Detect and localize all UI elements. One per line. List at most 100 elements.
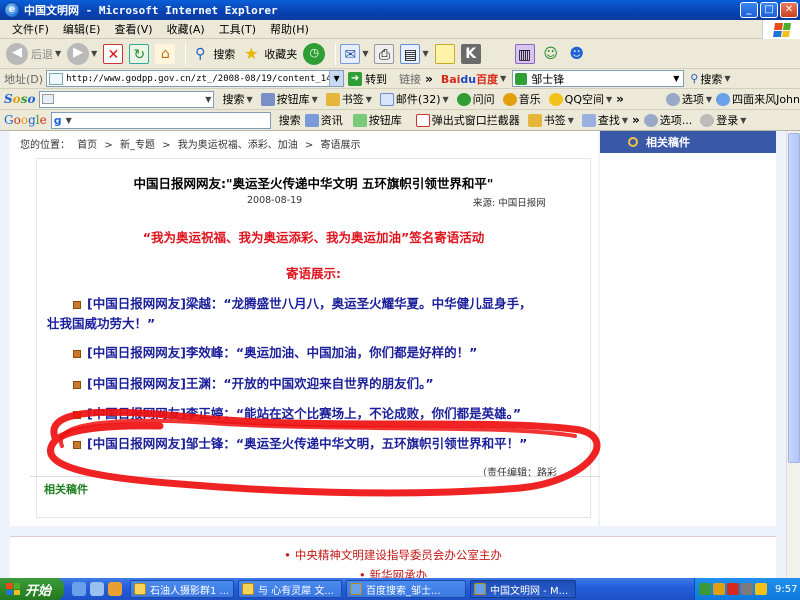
article-subtitle: “我为奥运祝福、我为奥运添彩、我为奥运加油”签名寄语活动 bbox=[142, 230, 485, 245]
search-button[interactable]: ⚲ 搜索 bbox=[190, 44, 235, 64]
quicklaunch-desktop-icon[interactable] bbox=[90, 582, 104, 596]
signin-icon bbox=[700, 113, 715, 127]
breadcrumb-current[interactable]: 寄语展示 bbox=[320, 140, 360, 151]
tray-icon[interactable] bbox=[699, 583, 711, 595]
k-button[interactable]: K bbox=[460, 43, 481, 64]
soso-buttons-icon bbox=[260, 92, 275, 106]
tray-icon[interactable] bbox=[727, 583, 739, 595]
menu-tools[interactable]: 工具(T) bbox=[219, 21, 256, 37]
mail-icon: ✉ bbox=[340, 43, 361, 64]
ring-icon bbox=[628, 137, 638, 147]
soso-chevron-icon[interactable]: » bbox=[616, 92, 624, 106]
back-button[interactable]: ◀ 后退 ▼ bbox=[6, 42, 61, 65]
task-button-2[interactable]: 与 心有灵犀 文... bbox=[238, 580, 342, 598]
links-chevron-icon[interactable]: » bbox=[425, 72, 433, 86]
edit-button[interactable]: ▤ ▼ bbox=[400, 43, 429, 64]
sidebar: 相关稿件 bbox=[600, 131, 776, 526]
address-input[interactable]: http://www.godpp.gov.cn/zt_/2008-08/19/c… bbox=[46, 70, 345, 87]
baidu-search-button[interactable]: ⚲ 搜索 ▼ bbox=[690, 71, 730, 87]
soso-search-input[interactable]: ▼ bbox=[39, 90, 215, 108]
baidu-search-icon bbox=[515, 72, 528, 85]
google-logo[interactable]: Google bbox=[4, 113, 47, 127]
baidu-search-input[interactable]: 邹士锋 ▼ bbox=[512, 70, 685, 87]
google-news-button[interactable]: 资讯 bbox=[304, 112, 343, 128]
soso-bookmarks-button[interactable]: 书签 bbox=[325, 91, 364, 107]
refresh-button[interactable]: ↻ bbox=[129, 43, 150, 64]
google-signin-button[interactable]: 登录 bbox=[700, 112, 738, 128]
baidu-logo[interactable]: Baidu百度 bbox=[441, 71, 498, 87]
breadcrumb-home[interactable]: 首页 bbox=[77, 140, 97, 151]
go-button[interactable]: 转到 bbox=[365, 71, 387, 87]
baidu-dropdown-icon[interactable]: ▼ bbox=[669, 74, 683, 83]
popup-blocker-button[interactable]: 弹出式窗口拦截器 bbox=[415, 112, 520, 128]
address-dropdown-button[interactable]: ▼ bbox=[329, 71, 344, 86]
mail-button[interactable]: ✉ ▼ bbox=[340, 43, 368, 64]
page-footer: • 中央精神文明建设指导委员会办公室主办 • 新华网承办 bbox=[10, 536, 776, 578]
address-url[interactable]: http://www.godpp.gov.cn/zt_/2008-08/19/c… bbox=[66, 74, 329, 84]
stop-button[interactable]: ✕ bbox=[103, 43, 124, 64]
vertical-scrollbar[interactable] bbox=[786, 131, 800, 578]
tray-icon[interactable] bbox=[713, 583, 725, 595]
messenger-button[interactable]: ☺ bbox=[541, 44, 561, 64]
soso-ask-button[interactable]: 问问 bbox=[456, 91, 495, 107]
forward-button[interactable]: ▶ ▼ bbox=[67, 42, 97, 65]
google-search-input[interactable]: g ▼ bbox=[50, 111, 271, 129]
discuss-button[interactable] bbox=[434, 43, 455, 64]
tray-icon[interactable] bbox=[741, 583, 753, 595]
breadcrumb-topic[interactable]: 我为奥运祝福、添彩、加油 bbox=[178, 140, 298, 151]
favorites-button[interactable]: ★ 收藏夹 bbox=[241, 44, 297, 64]
soso-mail-button[interactable]: 邮件(32) bbox=[379, 91, 441, 107]
google-options-button[interactable]: 选项... bbox=[643, 112, 692, 128]
google-chevron-icon[interactable]: » bbox=[632, 113, 640, 127]
maximize-button[interactable]: □ bbox=[760, 2, 778, 18]
menu-view[interactable]: 查看(V) bbox=[114, 21, 152, 37]
qzone-icon bbox=[548, 92, 563, 106]
breadcrumb-prefix: 您的位置： bbox=[20, 140, 70, 151]
soso-search-button[interactable]: 搜索 bbox=[222, 91, 244, 107]
task-button-4[interactable]: 中国文明网 - M... bbox=[470, 580, 576, 598]
title-bar: e 中国文明网 - Microsoft Internet Explorer _ … bbox=[0, 0, 800, 20]
clock[interactable]: 9:57 bbox=[775, 584, 797, 595]
google-search-button[interactable]: 搜索 bbox=[279, 112, 301, 128]
soso-mail-icon bbox=[379, 92, 394, 106]
soso-logo[interactable]: Soso bbox=[4, 92, 35, 106]
soso-options-button[interactable]: 选项 bbox=[665, 91, 704, 107]
page-content: 您的位置： 首页 > 新_专题 > 我为奥运祝福、添彩、加油 > 寄语展示 中国… bbox=[0, 131, 786, 578]
message-item: [中国日报网网友]李正婷：“能站在这个比赛场上，不论成败，你们都是英雄。” bbox=[73, 404, 583, 424]
menu-edit[interactable]: 编辑(E) bbox=[63, 21, 101, 37]
gear-icon bbox=[665, 92, 680, 106]
history-button[interactable]: ◷ bbox=[303, 42, 326, 65]
links-label[interactable]: 链接 bbox=[399, 71, 421, 87]
quicklaunch-ie-icon[interactable] bbox=[72, 582, 86, 596]
scrollbar-thumb[interactable] bbox=[788, 133, 800, 463]
home-button[interactable]: ⌂ bbox=[155, 43, 176, 64]
tray-icon[interactable] bbox=[755, 583, 767, 595]
back-arrow-icon: ◀ bbox=[6, 42, 28, 65]
contacts-button[interactable]: ☻ bbox=[567, 44, 587, 64]
google-bookmarks-button[interactable]: 书签 bbox=[527, 112, 566, 128]
minimize-button[interactable]: _ bbox=[740, 2, 758, 18]
task-button-1[interactable]: 石油人摄影群1 ... bbox=[130, 580, 234, 598]
menu-help[interactable]: 帮助(H) bbox=[270, 21, 309, 37]
soso-user-button[interactable]: 四面来风John bbox=[716, 91, 800, 107]
qq-icon bbox=[134, 583, 146, 595]
google-find-button[interactable]: 查找 bbox=[581, 112, 620, 128]
start-button[interactable]: 开始 bbox=[0, 578, 64, 600]
soso-qzone-button[interactable]: QQ空间 bbox=[548, 91, 604, 107]
go-arrow-icon[interactable]: ➜ bbox=[348, 71, 363, 86]
task-button-3[interactable]: 百度搜索_邹士... bbox=[346, 580, 466, 598]
address-label: 地址(D) bbox=[4, 72, 44, 86]
soso-input-icon bbox=[42, 94, 55, 104]
google-buttons-button[interactable]: 按钮库 bbox=[352, 112, 402, 128]
standard-toolbar: ◀ 后退 ▼ ▶ ▼ ✕ ↻ ⌂ ⚲ 搜索 ★ 收藏夹 ◷ ✉ ▼ ⎙ ▤ ▼ … bbox=[0, 39, 800, 69]
quicklaunch-app-icon[interactable] bbox=[108, 582, 122, 596]
menu-favorites[interactable]: 收藏(A) bbox=[167, 21, 205, 37]
print-button[interactable]: ⎙ bbox=[374, 43, 395, 64]
system-tray: 9:57 bbox=[694, 578, 800, 600]
menu-file[interactable]: 文件(F) bbox=[12, 21, 49, 37]
soso-buttons-button[interactable]: 按钮库 bbox=[260, 91, 310, 107]
close-button[interactable]: ✕ bbox=[780, 2, 798, 18]
soso-music-button[interactable]: 音乐 bbox=[502, 91, 541, 107]
breadcrumb-special[interactable]: 新_专题 bbox=[120, 140, 155, 151]
research-button[interactable]: ▥ bbox=[514, 43, 535, 64]
